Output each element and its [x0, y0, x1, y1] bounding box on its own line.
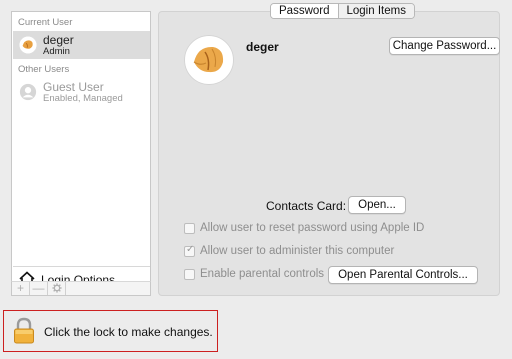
checkmark-icon: ✓	[186, 244, 195, 255]
administer-checkbox[interactable]: ✓	[184, 244, 195, 257]
lock-icon[interactable]	[13, 317, 35, 345]
remove-user-button[interactable]: —	[30, 282, 48, 295]
user-picture[interactable]	[184, 35, 234, 85]
tab-login-items[interactable]: Login Items	[337, 4, 414, 18]
current-user-heading: Current User	[18, 17, 73, 28]
current-user-name: deger	[43, 33, 74, 47]
guest-user-status: Enabled, Managed	[43, 93, 123, 104]
tab-password[interactable]: Password	[271, 4, 338, 18]
tab-bar: Password Login Items	[270, 3, 415, 19]
lock-message: Click the lock to make changes.	[44, 325, 213, 339]
sidebar-item-current-user[interactable]: deger Admin	[13, 31, 150, 59]
change-password-button[interactable]: Change Password...	[389, 37, 500, 55]
reset-password-checkbox[interactable]	[184, 223, 195, 234]
current-user-role: Admin	[43, 46, 70, 57]
guest-user-name: Guest User	[43, 80, 104, 94]
open-parental-controls-button[interactable]: Open Parental Controls...	[328, 266, 478, 284]
sidebar-toolbar: + —	[11, 281, 151, 296]
parental-controls-label: Enable parental controls	[200, 268, 325, 280]
administer-label: Allow user to administer this computer	[200, 245, 395, 257]
fortune-cookie-avatar	[19, 36, 37, 54]
gear-menu-button[interactable]	[48, 282, 66, 295]
guest-user-icon	[19, 83, 37, 101]
other-users-heading: Other Users	[18, 64, 70, 75]
sidebar-item-guest-user[interactable]: Guest User Enabled, Managed	[13, 78, 150, 106]
gear-icon	[51, 283, 62, 293]
users-sidebar: Current User deger Admin Other Users Gue…	[11, 11, 151, 296]
lock-area[interactable]: Click the lock to make changes.	[3, 310, 218, 352]
contacts-card-label: Contacts Card:	[266, 199, 347, 213]
main-username: deger	[246, 40, 279, 54]
add-user-button[interactable]: +	[12, 282, 30, 295]
reset-password-label: Allow user to reset password using Apple…	[200, 222, 425, 234]
parental-controls-checkbox[interactable]	[184, 269, 195, 280]
contacts-open-button[interactable]: Open...	[348, 196, 406, 214]
